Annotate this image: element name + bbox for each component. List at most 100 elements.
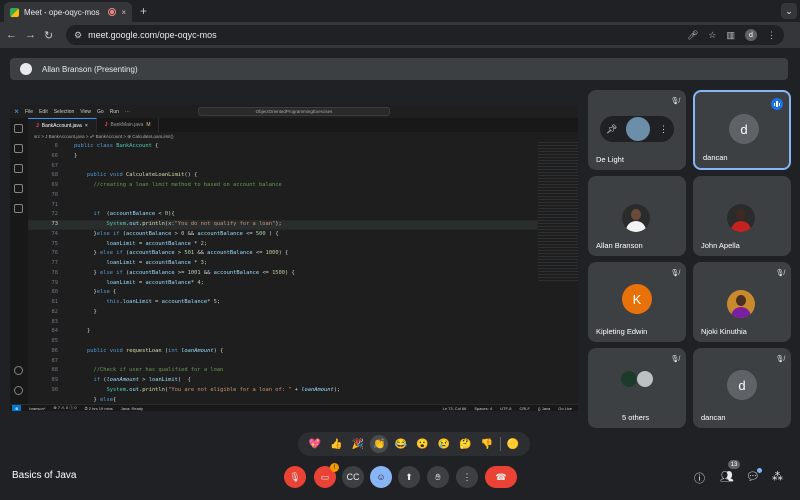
participant-tile[interactable]: 🎙︎̸ Njoki Kinuthia <box>693 262 791 342</box>
reaction-party[interactable]: 🎉 <box>349 435 367 453</box>
camera-toggle-button[interactable]: ▭ ! <box>314 463 339 488</box>
raise-hand-button[interactable]: ✋︎ <box>427 466 449 488</box>
meet-favicon-icon <box>10 7 19 17</box>
line-number: 86 <box>51 347 59 354</box>
line-number: 90 <box>51 386 59 393</box>
reaction-clap[interactable]: 👏 <box>370 435 389 453</box>
status-java: Java: Ready <box>120 405 144 411</box>
participant-tile[interactable]: 🎙︎̸ 5 others <box>588 348 686 428</box>
participant-name: Kipleting Edwin <box>596 327 648 336</box>
present-screen-icon: ⬆ <box>405 471 413 482</box>
vscode-minimap <box>538 142 578 282</box>
skin-tone-selector[interactable]: 🟡 <box>504 435 522 453</box>
participant-tile[interactable]: Allan Branson <box>588 176 686 256</box>
leave-call-button[interactable]: ☎︎ <box>485 466 517 488</box>
back-icon[interactable]: ← <box>6 29 17 41</box>
more-options-icon[interactable]: ⋮ <box>659 124 668 135</box>
line-number: 77 <box>51 260 59 266</box>
forward-icon[interactable]: → <box>25 29 36 41</box>
recording-icon <box>108 8 117 16</box>
participant-avatar: K <box>622 284 652 314</box>
participant-tile[interactable]: 🎙︎̸ 📌︎ ⋮ De Light <box>588 90 686 170</box>
line-number: 67 <box>51 162 59 169</box>
profile-avatar[interactable]: d <box>745 29 757 41</box>
line-number: 82 <box>51 308 59 315</box>
mic-toggle-button[interactable]: 🎙︎ <box>284 466 306 488</box>
meeting-info-icon[interactable]: ⓘ <box>694 470 705 486</box>
editor-tab-bankaccount: J BankAccount.java × <box>28 118 97 132</box>
browser-tab[interactable]: Meet - ope-oqyc-mos × <box>4 2 132 22</box>
hang-up-icon: ☎︎ <box>495 471 507 482</box>
speaking-indicator-icon <box>771 98 783 110</box>
status-spaces: Spaces: 4 <box>474 405 493 411</box>
emoji-reactions-button[interactable]: ☺ <box>370 466 392 488</box>
people-icon[interactable]: 👥︎ <box>720 470 734 483</box>
more-options-button[interactable]: ⋮ <box>456 466 478 488</box>
tab-title: Meet - ope-oqyc-mos <box>24 7 100 17</box>
line-number: 88 <box>51 367 59 374</box>
participant-tile[interactable]: 🎙︎̸ d dancan <box>693 348 791 428</box>
line-number: 78 <box>51 269 59 276</box>
participant-name: 5 others <box>622 413 650 422</box>
more-options-icon: ⋮ <box>462 471 472 482</box>
sidepanel-icon[interactable]: ▥ <box>726 30 735 41</box>
raise-hand-icon: ✋︎ <box>435 471 441 482</box>
line-number: 68 <box>51 172 59 179</box>
tab-close-icon[interactable]: × <box>121 8 126 17</box>
vscode-menu-edit: Edit <box>39 108 48 115</box>
address-bar[interactable]: ⚙ meet.google.com/ope-oqyc-mos 🎤︎ ☆ ▥ d … <box>66 25 784 45</box>
others-avatar <box>636 370 654 388</box>
reaction-thumbs-down[interactable]: 👎 <box>478 435 496 453</box>
site-info-icon[interactable]: ⚙ <box>74 30 82 41</box>
camera-warning-badge: ! <box>330 463 339 472</box>
microphone-icon[interactable]: 🎤︎ <box>687 30 698 41</box>
participant-name: John Apella <box>701 241 740 250</box>
activities-icon[interactable]: ⁂ <box>772 470 783 483</box>
reaction-thinking[interactable]: 🤔 <box>456 435 474 453</box>
source-control-icon <box>14 164 23 173</box>
participant-photo <box>727 290 755 318</box>
pin-icon[interactable]: 📌︎ <box>606 124 617 135</box>
java-file-icon: J <box>36 122 39 129</box>
participant-name: Allan Branson <box>596 241 643 250</box>
remote-indicator-icon: ⊗ <box>12 404 22 411</box>
present-screen-button[interactable]: ⬆ <box>398 466 420 488</box>
reaction-heart[interactable]: 💖 <box>306 435 324 453</box>
mic-off-icon: 🎙︎̸ <box>775 270 785 277</box>
line-number: 89 <box>51 377 59 383</box>
participant-tile[interactable]: d dancan <box>693 90 791 170</box>
camera-off-icon: ▭ <box>320 471 330 482</box>
presenter-avatar <box>20 63 32 75</box>
mic-off-icon: 🎙︎ <box>289 471 301 482</box>
reaction-surprised[interactable]: 😮 <box>413 435 431 453</box>
vscode-menu-go: Go <box>97 108 104 115</box>
status-position: Ln 73, Col 66 <box>442 405 467 411</box>
emoji-icon: ☺ <box>376 472 386 482</box>
new-tab-button[interactable]: + <box>140 4 147 18</box>
vscode-menu-file: File <box>25 108 34 115</box>
participant-tile[interactable]: 🎙︎̸ K Kipleting Edwin <box>588 262 686 342</box>
status-language: {} Java <box>537 405 551 411</box>
participant-tile[interactable]: John Apella <box>693 176 791 256</box>
reload-icon[interactable]: ↻ <box>44 29 53 42</box>
explorer-icon <box>14 124 23 133</box>
extensions-icon <box>14 204 23 213</box>
search-icon <box>14 144 23 153</box>
line-number: 84 <box>51 328 59 335</box>
menu-kebab-icon[interactable]: ⋮ <box>767 30 776 41</box>
captions-button[interactable]: CC <box>342 466 364 488</box>
line-number: 79 <box>51 279 59 286</box>
shared-screen: ⨯ File Edit Selection View Go Run ··· Ob… <box>10 105 578 411</box>
participant-avatar: d <box>727 370 757 400</box>
reactions-divider <box>499 437 501 451</box>
reaction-cry[interactable]: 😢 <box>435 435 453 453</box>
mic-off-icon: 🎙︎̸ <box>670 98 680 105</box>
tab-search-button[interactable]: ⌄ <box>781 3 797 19</box>
reaction-laugh[interactable]: 😂 <box>392 435 410 453</box>
editor-tab-close-icon: × <box>84 122 88 129</box>
url-text: meet.google.com/ope-oqyc-mos <box>88 30 217 40</box>
captions-icon: CC <box>346 472 360 482</box>
vscode-menu-selection: Selection <box>53 108 75 115</box>
bookmark-star-icon[interactable]: ☆ <box>708 30 716 41</box>
reaction-thumbs-up[interactable]: 👍 <box>327 435 345 453</box>
